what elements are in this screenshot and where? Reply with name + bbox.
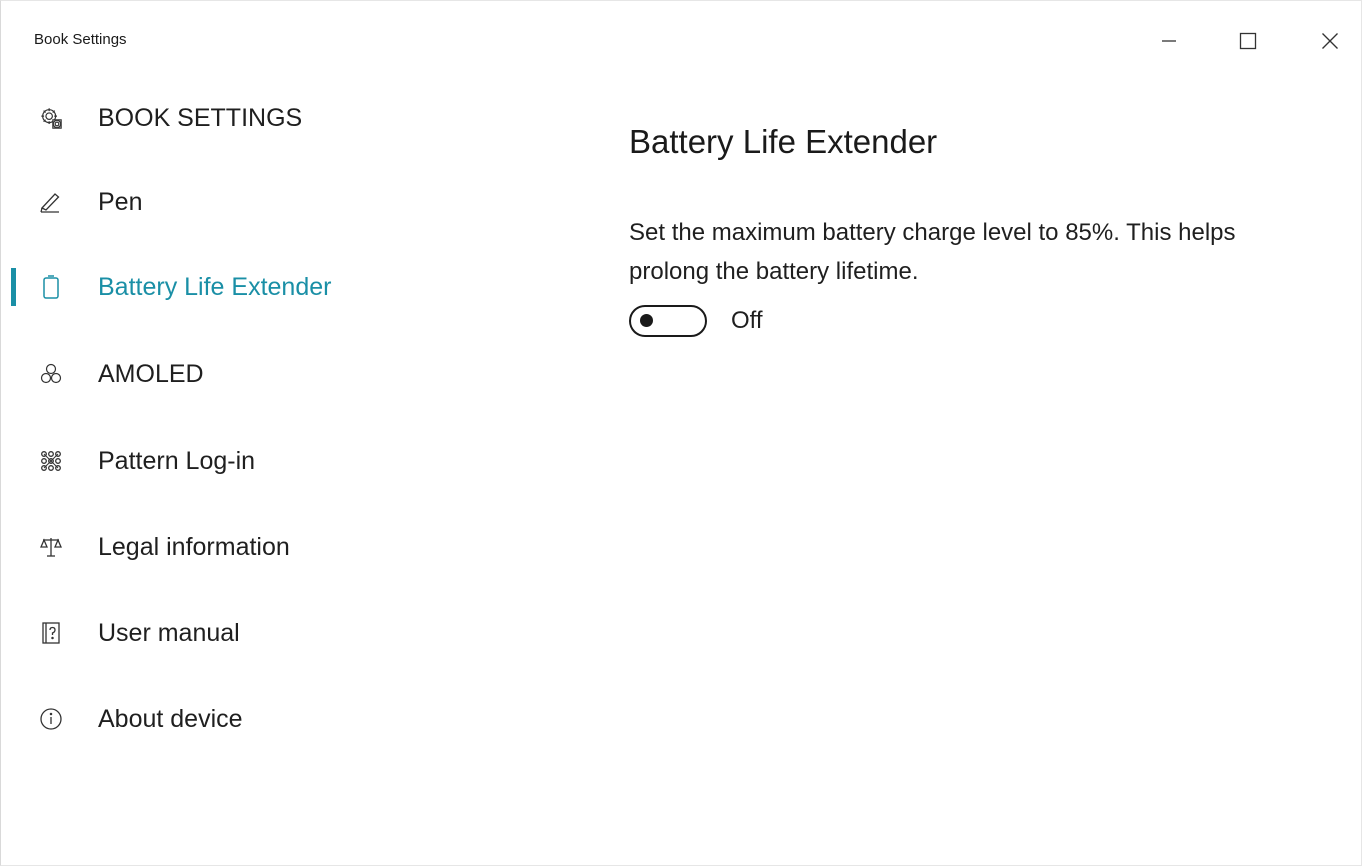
sidebar-item-about-device[interactable]: About device <box>1 694 561 744</box>
battery-extender-toggle[interactable] <box>629 305 707 337</box>
sidebar-item-amoled[interactable]: AMOLED <box>1 349 561 399</box>
amoled-icon <box>39 362 63 386</box>
scales-icon <box>39 535 63 559</box>
battery-icon <box>39 275 63 299</box>
battery-extender-toggle-row: Off <box>629 301 763 341</box>
sidebar-item-label: Pen <box>98 187 143 216</box>
toggle-state-label: Off <box>731 307 763 334</box>
selection-indicator <box>11 268 16 306</box>
help-book-icon <box>39 621 63 645</box>
sidebar: BOOK SETTINGS Pen Battery Life Extender <box>1 81 561 781</box>
sidebar-item-user-manual[interactable]: User manual <box>1 608 561 658</box>
sidebar-item-label: Pattern Log-in <box>98 446 256 475</box>
toggle-knob <box>640 314 653 327</box>
sidebar-item-label: Legal information <box>98 532 290 561</box>
close-icon <box>1322 33 1338 49</box>
sidebar-item-battery-life-extender[interactable]: Battery Life Extender <box>1 262 561 312</box>
sidebar-item-label: AMOLED <box>98 359 204 388</box>
maximize-icon <box>1239 32 1257 50</box>
setting-description: Set the maximum battery charge level to … <box>629 219 1236 285</box>
gear-icon <box>39 106 63 130</box>
sidebar-item-pattern-login[interactable]: Pattern Log-in <box>1 436 561 486</box>
title-bar[interactable]: Book Settings <box>1 1 1361 81</box>
sidebar-item-legal-information[interactable]: Legal information <box>1 522 561 572</box>
sidebar-item-book-settings[interactable]: BOOK SETTINGS <box>1 93 561 143</box>
info-icon <box>39 707 63 731</box>
sidebar-item-label: Battery Life Extender <box>98 272 332 301</box>
pen-icon <box>39 190 63 214</box>
page-title: Battery Life Extender <box>629 123 938 160</box>
minimize-button[interactable] <box>1146 21 1192 61</box>
maximize-button[interactable] <box>1225 21 1271 61</box>
minimize-icon <box>1162 40 1176 42</box>
window-title: Book Settings <box>34 31 127 48</box>
sidebar-item-label: User manual <box>98 618 240 647</box>
sidebar-item-label: BOOK SETTINGS <box>98 103 303 132</box>
sidebar-item-pen[interactable]: Pen <box>1 177 561 227</box>
close-button[interactable] <box>1307 21 1353 61</box>
sidebar-item-label: About device <box>98 704 243 733</box>
pattern-grid-icon <box>39 449 63 473</box>
app-window: Book Settings BOOK SETTINGS Pen Battery … <box>0 0 1362 866</box>
